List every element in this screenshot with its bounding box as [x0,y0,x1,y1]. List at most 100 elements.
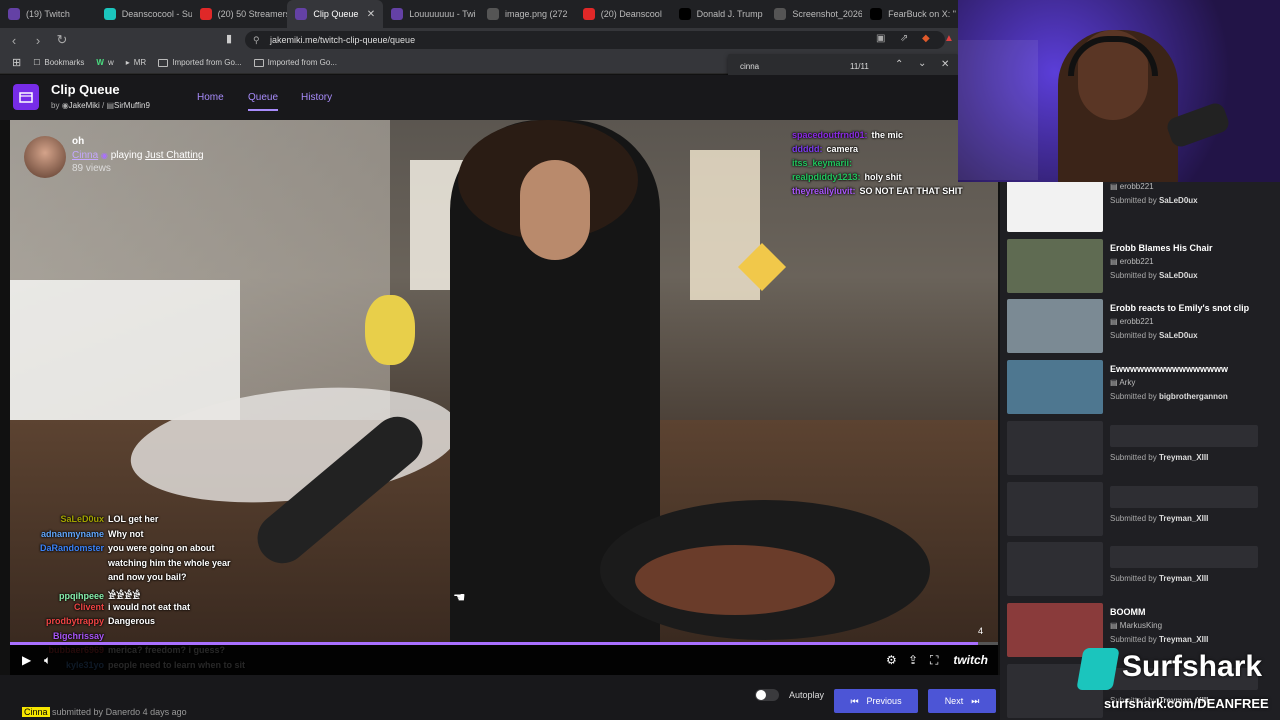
tab-label: (20) Deanscool [600,9,662,19]
queue-thumbnail[interactable] [1007,299,1103,354]
site-info-icon[interactable]: ⚲ [253,31,260,49]
queue-thumbnail[interactable] [1007,542,1103,597]
queue-list: ▤ erobb221 Submitted by SaLeD0ux Erobb Bla… [1000,178,1280,720]
browser-tab[interactable]: Louuuuuuu - Twi [383,0,479,28]
queue-item[interactable]: Erobb Blames His Chair ▤ erobb221 Submitte… [1007,238,1277,295]
queue-item[interactable]: Submitted by Treyman_XIII [1007,542,1277,598]
previous-button[interactable]: ⏮︎ Previous [834,689,918,713]
queue-item[interactable]: Ewwwwwwwwwwwwwwww ▤ Arky Submitted by bigb… [1007,360,1277,416]
chat-text: LOL get her [108,514,159,524]
bookmark-item[interactable]: ▸ MR [126,58,146,67]
game-link[interactable]: Just Chatting [145,150,203,161]
browser-tab[interactable]: (20) Deanscool [575,0,671,28]
clip-queue-logo-icon[interactable] [13,84,39,110]
surfshark-logo-icon [1076,648,1120,690]
next-button[interactable]: Next ⏭︎ [928,689,996,713]
browser-tab[interactable]: (19) Twitch [0,0,96,28]
browser-tab[interactable]: image.png (272 [479,0,575,28]
queue-item[interactable]: Submitted by Treyman_XIII [1007,481,1277,538]
browser-tab-bar: (19) Twitch Deanscocool - Sur (20) 50 Stre… [0,0,958,28]
author-link[interactable]: SirMuffin9 [114,101,150,110]
queue-submitter: Submitted by SaLeD0ux [1110,331,1198,341]
bookmark-folder[interactable]: Imported from Go... [253,58,337,67]
bookmark-item[interactable]: ☐ Bookmarks [33,58,84,67]
queue-thumbnail[interactable] [1007,178,1103,232]
share-icon[interactable]: ⇗ [900,33,908,44]
twitch-icon: ▤ [1110,317,1120,327]
apps-icon[interactable]: ⊞ [12,56,21,69]
chat-message: Bigchrissay [18,631,268,641]
author-link[interactable]: JakeMiki [69,101,100,110]
tab-favicon-icon [199,8,212,20]
share-icon[interactable]: ⇪ [908,653,918,667]
back-icon[interactable]: ‹ [4,33,24,48]
autoplay-toggle[interactable] [755,689,779,701]
tab-close-icon[interactable]: ✕ [367,9,375,20]
settings-icon[interactable]: ⚙ [886,653,897,667]
queue-author: ▤ MarkusKing [1110,620,1163,630]
chat-message: DaRandomster you were going on about [18,543,268,553]
video-frame-plush [365,295,415,365]
queue-item[interactable]: Submitted by Treyman_XIII [1007,420,1277,477]
queue-item[interactable]: Erobb reacts to Emily's snot clip ▤ erobb… [1007,299,1277,355]
queue-thumbnail[interactable] [1007,420,1103,475]
queue-loading-placeholder [1110,424,1258,447]
streamer-avatar[interactable] [24,136,66,178]
nav-queue[interactable]: Queue [248,92,279,111]
tab-label: Deanscocool - Sur [121,9,192,19]
bookmark-icon[interactable]: ▮ [226,32,232,45]
bookmark-star-icon: ☐ [33,58,41,67]
queue-loading-placeholder [1110,546,1258,569]
browser-tab[interactable]: FearBuck on X: " [862,0,958,28]
browser-tab[interactable]: (20) 50 Streamers [192,0,287,28]
volume-icon[interactable]: 🔈︎ [44,653,51,668]
bookmark-item[interactable]: Ww [96,58,113,67]
find-close-icon[interactable]: ✕ [941,59,949,70]
chat-username: Clivent [73,601,104,612]
chat-text: the mic [871,130,904,140]
video-frame-face [520,160,590,260]
play-icon[interactable]: ▶ [22,653,31,667]
chat-text: i would not eat that [108,601,190,612]
queue-thumbnail[interactable] [1007,238,1103,293]
verified-icon: ◉ [100,151,108,160]
extension-icon[interactable]: ▲ [944,33,954,44]
browser-tab[interactable]: Donald J. Trump [671,0,767,28]
chat-username: adnanmyname [40,528,104,539]
queue-thumbnail[interactable] [1007,481,1103,536]
find-next-icon[interactable]: ⌄ [918,58,926,69]
twitch-logo[interactable]: twitch [953,653,988,667]
browser-tab[interactable]: Screenshot_2026 [766,0,862,28]
browser-tab[interactable]: Clip Queue ✕ [287,0,384,28]
brave-icon[interactable]: ◆ [922,33,930,44]
fullscreen-icon[interactable]: ⛶ [930,653,938,668]
nav-history[interactable]: History [301,92,332,103]
w-logo-icon: W [96,58,104,67]
player-controls: ▶ 🔈︎ ⚙ ⇪ ⛶ twitch [10,645,998,675]
chat-message: and now you bail? [18,572,268,582]
browser-tab[interactable]: Deanscocool - Sur [96,0,192,28]
chat-text: Dangerous [108,616,156,627]
bookmark-folder[interactable]: Imported from Go... [158,58,242,67]
nav-home[interactable]: Home [197,92,224,103]
url-field[interactable]: ⚲ jakemiki.me/twitch-clip-queue/queue [245,31,945,49]
mr-icon: ▸ [125,58,130,67]
queue-thumbnail[interactable] [1007,360,1103,415]
find-prev-icon[interactable]: ⌃ [895,59,903,70]
chat-username: DaRandomster [39,543,104,554]
find-input[interactable]: cinna [740,62,759,71]
tab-label: (19) Twitch [26,9,70,19]
autoplay-control[interactable]: Autoplay [755,689,824,701]
reload-icon[interactable]: ↻ [52,32,72,48]
chat-username: ddddd: [792,144,823,154]
chat-text: you were going on about [108,543,215,554]
chat-message: prodbytrappy Dangerous [18,616,268,626]
queue-author: ▤ erobb221 [1110,317,1154,327]
streamer-link[interactable]: Cinna [72,150,98,161]
queue-item[interactable]: ▤ erobb221 Submitted by SaLeD0ux [1007,178,1277,234]
forward-icon[interactable]: › [28,33,48,48]
chat-text: and now you bail? [108,572,187,583]
queue-submitter: Submitted by bigbrothergannon [1110,392,1228,402]
folder-icon [253,58,264,67]
cast-icon[interactable]: ▣ [876,33,885,44]
